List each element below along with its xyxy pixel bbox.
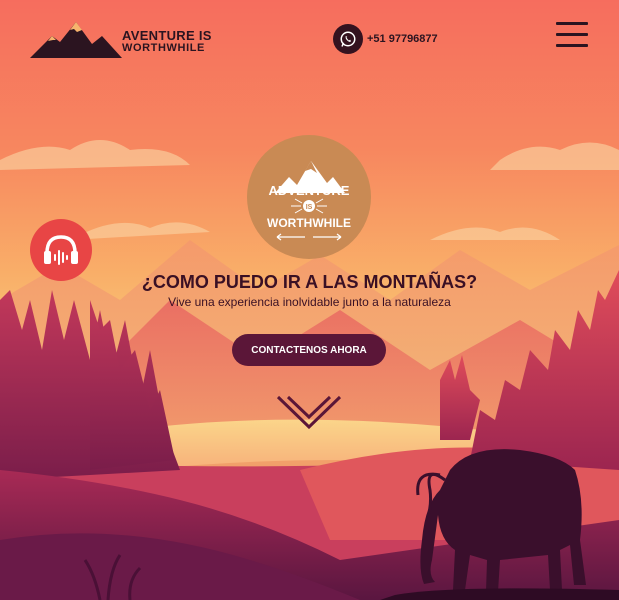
hero-title: ¿COMO PUEDO IR A LAS MONTAÑAS?	[141, 272, 478, 292]
chevrons-down-icon[interactable]	[276, 393, 342, 430]
logo-line-2: WORTHWHILE	[122, 42, 205, 54]
adventure-emblem: ADVENTURE IS WORTHWHILE	[247, 135, 371, 259]
emblem-line-1: ADVENTURE	[269, 183, 350, 198]
headphones-icon	[44, 235, 78, 265]
menu-bar	[556, 33, 588, 36]
menu-bar	[556, 22, 588, 25]
site-logo[interactable]: AVENTURE IS WORTHWHILE	[30, 18, 220, 60]
logo-text: AVENTURE IS WORTHWHILE	[122, 28, 212, 54]
logo-line-1: AVENTURE IS	[122, 28, 212, 43]
mountain-icon	[30, 22, 122, 58]
menu-bar	[556, 44, 588, 47]
hamburger-menu-icon[interactable]	[556, 22, 588, 50]
phone-contact[interactable]: +51 97796877	[333, 24, 438, 54]
whatsapp-icon	[333, 24, 363, 54]
hero-subtitle: Vive una experiencia inolvidable junto a…	[168, 295, 451, 309]
phone-number: +51 97796877	[367, 33, 438, 45]
contact-cta-button[interactable]: CONTACTENOS AHORA	[232, 334, 386, 366]
emblem-line-2: IS	[306, 204, 313, 211]
emblem-line-3: WORTHWHILE	[267, 216, 351, 230]
